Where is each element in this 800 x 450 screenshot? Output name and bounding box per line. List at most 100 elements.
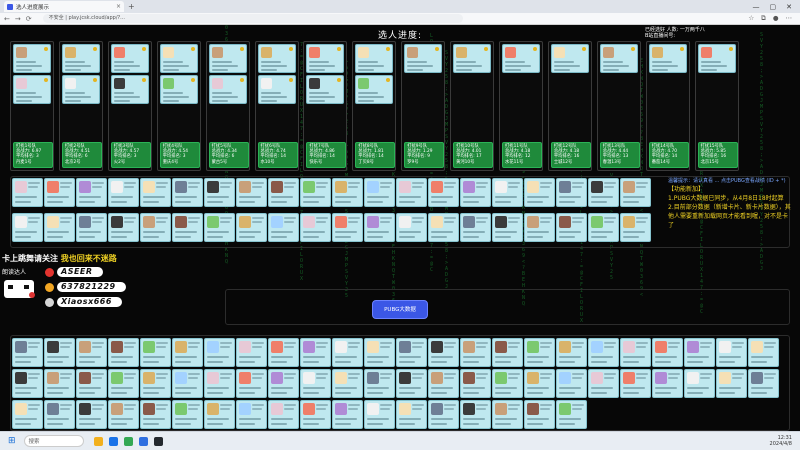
player-card[interactable] — [550, 44, 589, 73]
pool-player-card[interactable] — [108, 369, 139, 398]
pool-player-card[interactable] — [492, 338, 523, 367]
windows-start-icon[interactable]: ⊞ — [8, 436, 16, 446]
pool-player-card[interactable] — [172, 178, 203, 207]
pool-player-card[interactable] — [236, 213, 267, 242]
menu-icon[interactable]: ⋯ — [786, 14, 793, 23]
forward-icon[interactable]: → — [15, 15, 21, 23]
pool-player-card[interactable] — [236, 369, 267, 398]
pool-player-card[interactable] — [492, 400, 523, 429]
player-card[interactable] — [599, 44, 638, 73]
pool-player-card[interactable] — [364, 369, 395, 398]
pool-player-card[interactable] — [428, 213, 459, 242]
pool-player-card[interactable] — [556, 338, 587, 367]
pool-player-card[interactable] — [44, 213, 75, 242]
pool-player-card[interactable] — [524, 178, 555, 207]
pool-player-card[interactable] — [332, 178, 363, 207]
pool-player-card[interactable] — [12, 178, 43, 207]
pool-player-card[interactable] — [300, 213, 331, 242]
pool-player-card[interactable] — [716, 369, 747, 398]
profile-icon[interactable]: ● — [773, 14, 779, 23]
pool-player-card[interactable] — [716, 338, 747, 367]
player-card[interactable] — [257, 44, 296, 73]
pool-player-card[interactable] — [108, 178, 139, 207]
pool-player-card[interactable] — [620, 178, 651, 207]
reload-icon[interactable]: ⟳ — [26, 15, 32, 23]
pool-player-card[interactable] — [620, 338, 651, 367]
pool-player-card[interactable] — [460, 400, 491, 429]
pool-player-card[interactable] — [108, 213, 139, 242]
pool-player-card[interactable] — [268, 400, 299, 429]
pool-player-card[interactable] — [492, 213, 523, 242]
pool-player-card[interactable] — [300, 369, 331, 398]
pool-player-card[interactable] — [556, 369, 587, 398]
pool-player-card[interactable] — [684, 338, 715, 367]
pool-player-card[interactable] — [204, 213, 235, 242]
pool-player-card[interactable] — [364, 213, 395, 242]
player-card[interactable] — [208, 75, 247, 104]
pool-player-card[interactable] — [460, 213, 491, 242]
tab-close-icon[interactable]: × — [116, 3, 121, 10]
pool-player-card[interactable] — [268, 178, 299, 207]
pool-player-card[interactable] — [172, 213, 203, 242]
chrome-icon[interactable] — [123, 436, 133, 446]
url-field[interactable]: 不安全 | play.jcsk.cloud/app/?... — [42, 14, 463, 23]
pool-player-card[interactable] — [428, 400, 459, 429]
back-icon[interactable]: ← — [4, 15, 10, 23]
pool-player-card[interactable] — [140, 338, 171, 367]
pool-player-card[interactable] — [44, 178, 75, 207]
pool-player-card[interactable] — [556, 400, 587, 429]
player-card[interactable] — [13, 44, 51, 73]
pool-player-card[interactable] — [140, 400, 171, 429]
pool-player-card[interactable] — [364, 400, 395, 429]
pool-player-card[interactable] — [12, 213, 43, 242]
player-card[interactable] — [306, 44, 345, 73]
pool-player-card[interactable] — [204, 338, 235, 367]
pool-player-card[interactable] — [268, 369, 299, 398]
pool-player-card[interactable] — [620, 369, 651, 398]
pool-player-card[interactable] — [140, 213, 171, 242]
maximize-icon[interactable]: ▢ — [770, 3, 777, 11]
player-card[interactable] — [257, 75, 296, 104]
pool-player-card[interactable] — [652, 369, 683, 398]
pool-player-card[interactable] — [748, 369, 779, 398]
pool-player-card[interactable] — [12, 369, 43, 398]
file-explorer-icon[interactable] — [93, 436, 103, 446]
minimize-icon[interactable]: — — [753, 3, 760, 11]
taskbar-search[interactable]: 搜索 — [23, 435, 84, 447]
pool-player-card[interactable] — [620, 213, 651, 242]
pool-player-card[interactable] — [364, 178, 395, 207]
pool-player-card[interactable] — [204, 178, 235, 207]
player-card[interactable] — [648, 44, 687, 73]
pool-player-card[interactable] — [76, 213, 107, 242]
player-card[interactable] — [159, 44, 198, 73]
pool-player-card[interactable] — [524, 369, 555, 398]
pool-player-card[interactable] — [236, 400, 267, 429]
pool-player-card[interactable] — [300, 178, 331, 207]
pool-player-card[interactable] — [460, 369, 491, 398]
pool-player-card[interactable] — [172, 400, 203, 429]
pool-player-card[interactable] — [76, 338, 107, 367]
player-card[interactable] — [355, 44, 394, 73]
player-card[interactable] — [306, 75, 345, 104]
pool-player-card[interactable] — [428, 338, 459, 367]
pool-player-card[interactable] — [172, 369, 203, 398]
pool-player-card[interactable] — [236, 178, 267, 207]
pool-player-card[interactable] — [236, 338, 267, 367]
extensions-icon[interactable]: ⧉ — [761, 14, 766, 23]
pool-player-card[interactable] — [300, 338, 331, 367]
player-card[interactable] — [61, 44, 100, 73]
pool-player-card[interactable] — [12, 400, 43, 429]
pool-player-card[interactable] — [588, 338, 619, 367]
pool-player-card[interactable] — [332, 369, 363, 398]
new-tab-icon[interactable]: + — [128, 2, 135, 11]
pool-player-card[interactable] — [364, 338, 395, 367]
pool-player-card[interactable] — [556, 178, 587, 207]
pool-player-card[interactable] — [300, 400, 331, 429]
player-card[interactable] — [404, 44, 443, 73]
pool-player-card[interactable] — [396, 400, 427, 429]
pool-player-card[interactable] — [140, 178, 171, 207]
pool-player-card[interactable] — [332, 338, 363, 367]
pool-player-card[interactable] — [460, 338, 491, 367]
pool-player-card[interactable] — [396, 178, 427, 207]
pool-player-card[interactable] — [108, 400, 139, 429]
